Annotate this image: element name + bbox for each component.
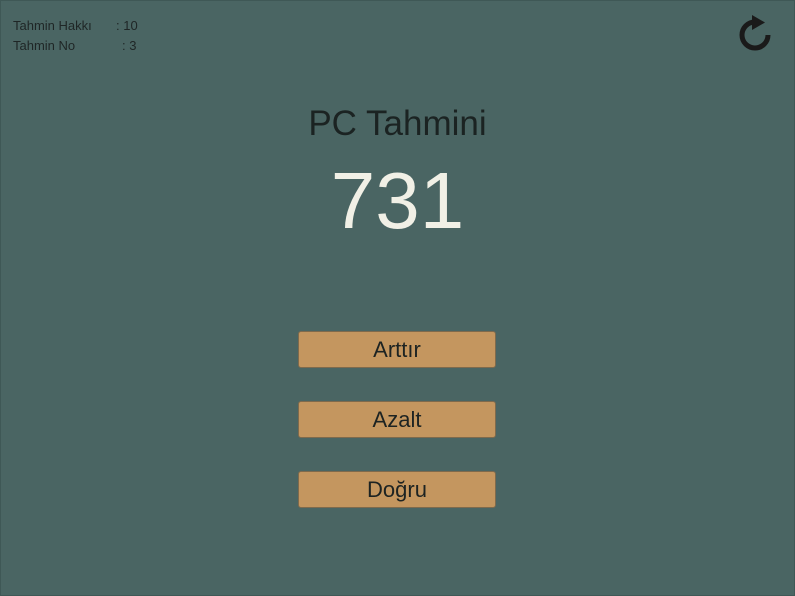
increase-button[interactable]: Arttır	[298, 331, 496, 368]
stat-rights-label: Tahmin Hakkı	[13, 18, 92, 33]
correct-button[interactable]: Doğru	[298, 471, 496, 508]
decrease-button[interactable]: Azalt	[298, 401, 496, 438]
stat-guess-no-label: Tahmin No	[13, 38, 76, 53]
game-screen: Tahmin Hakkı : 10 Tahmin No : 3 PC Tahmi…	[0, 0, 795, 596]
pc-guess-value: 731	[330, 156, 465, 245]
stat-rights-value: : 10	[116, 18, 138, 33]
page-title: PC Tahmini	[308, 104, 487, 143]
restart-icon	[739, 15, 771, 51]
restart-button[interactable]	[735, 14, 775, 54]
stat-guess-no-value: : 3	[122, 38, 137, 53]
